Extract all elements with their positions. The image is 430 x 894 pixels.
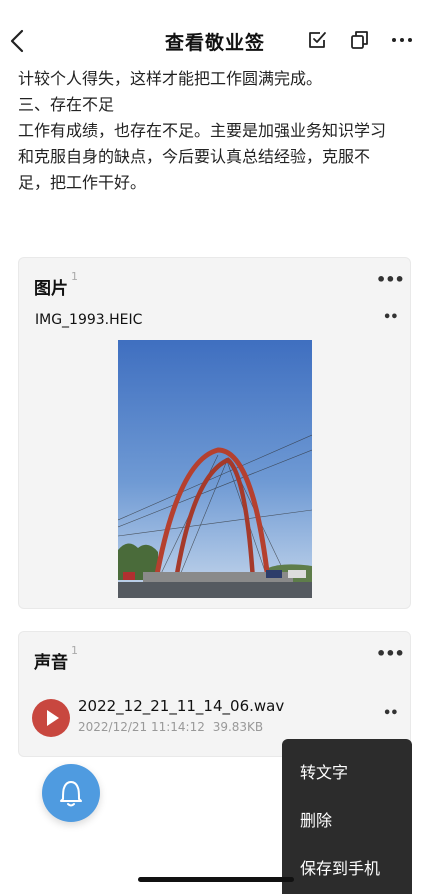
content-line: 三、存在不足 xyxy=(18,95,115,114)
top-bar: 查看敬业签 xyxy=(0,0,430,68)
content-line: 足，把工作干好。 xyxy=(18,173,147,192)
audio-card-title: 声音1 xyxy=(34,644,78,673)
copy-icon[interactable] xyxy=(349,29,371,51)
audio-file-more-button[interactable]: •• xyxy=(383,706,399,721)
audio-count: 1 xyxy=(71,644,78,657)
play-icon[interactable] xyxy=(32,699,70,737)
audio-file-name: 2022_12_21_11_14_06.wav xyxy=(78,697,285,715)
image-file-more-button[interactable]: •• xyxy=(383,310,399,325)
home-indicator xyxy=(138,877,294,882)
audio-card-more-button[interactable]: ••• xyxy=(376,644,405,663)
image-count: 1 xyxy=(71,270,78,283)
menu-item-transcribe[interactable]: 转文字 xyxy=(300,759,348,783)
bell-icon xyxy=(60,781,82,807)
image-file-name: IMG_1993.HEIC xyxy=(35,312,143,328)
context-menu: 转文字 删除 保存到手机 xyxy=(282,739,412,894)
content-line: 工作有成绩，也存在不足。主要是加强业务知识学习 xyxy=(18,121,387,140)
audio-size: 39.83KB xyxy=(212,720,264,734)
more-horizontal-icon[interactable] xyxy=(391,29,413,51)
checkbox-icon[interactable] xyxy=(307,29,329,51)
attached-photo[interactable] xyxy=(118,340,312,598)
content-line: 计较个人得失，这样才能把工作圆满完成。 xyxy=(18,69,323,88)
audio-datetime: 2022/12/21 11:14:12 xyxy=(78,720,205,734)
note-content: 计较个人得失，这样才能把工作圆满完成。 三、存在不足 工作有成绩，也存在不足。主… xyxy=(18,66,418,196)
audio-file-meta: 2022/12/21 11:14:12 39.83KB xyxy=(78,720,263,734)
arch-bridge-photo xyxy=(118,340,312,598)
reminder-button[interactable] xyxy=(42,764,100,822)
image-card-more-button[interactable]: ••• xyxy=(376,270,405,289)
menu-item-save-to-phone[interactable]: 保存到手机 xyxy=(300,855,380,879)
content-line: 和克服自身的缺点，今后要认真总结经验，克服不 xyxy=(18,147,371,166)
image-attachment-card: 图片1 ••• IMG_1993.HEIC •• xyxy=(18,257,411,609)
menu-item-delete[interactable]: 删除 xyxy=(300,807,332,831)
image-card-title: 图片1 xyxy=(34,270,78,299)
